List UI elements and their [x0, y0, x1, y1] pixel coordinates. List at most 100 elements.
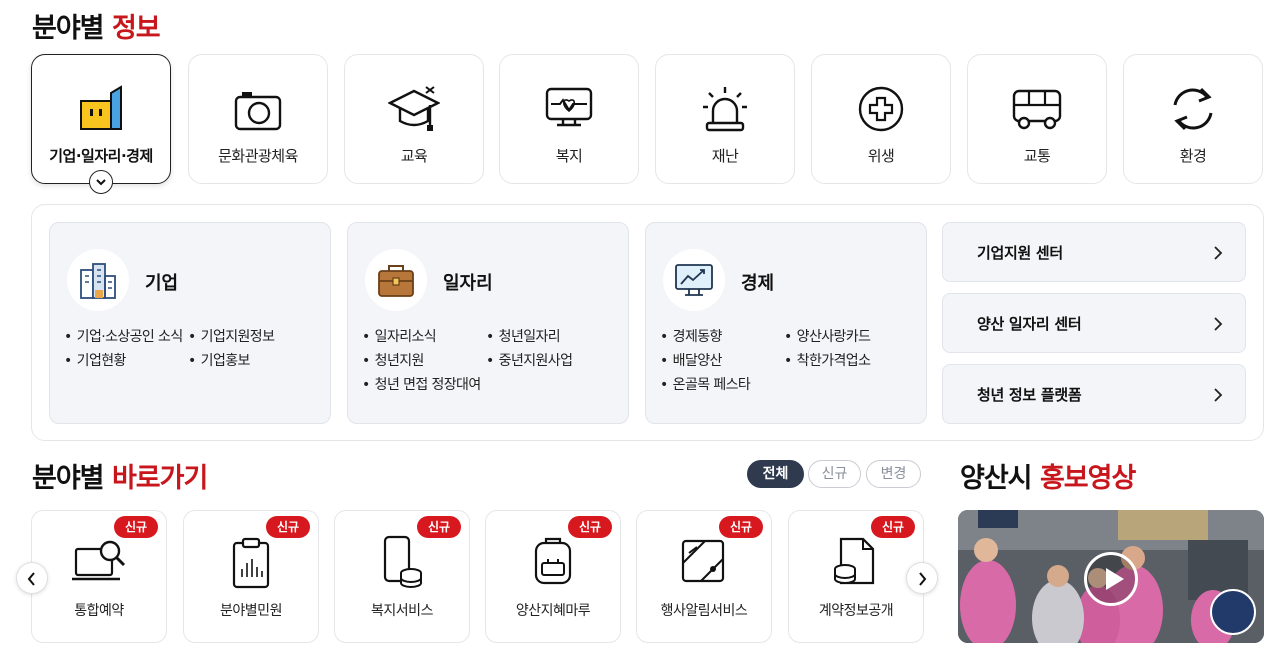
- category-hygiene[interactable]: 위생: [811, 54, 951, 184]
- laptop-search-icon: [72, 540, 126, 581]
- bus-icon: [1012, 89, 1062, 130]
- section-title-main: 양산시: [960, 463, 1033, 494]
- category-education[interactable]: 교육: [344, 54, 484, 184]
- group-title: 경제: [741, 273, 775, 294]
- shortcut-card-reservation[interactable]: 신규 통합예약: [31, 510, 167, 643]
- group-link[interactable]: 일자리소식: [362, 327, 486, 348]
- category-detail-panel: 기업 기업·소상공인 소식 기업지원정보 기업현황 기업홍보 일자리 일자리소식…: [31, 204, 1264, 441]
- filter-new[interactable]: 신규: [808, 460, 861, 488]
- section-title-info: 분야별 정보: [32, 6, 161, 45]
- filter-changed[interactable]: 변경: [866, 460, 921, 488]
- group-link[interactable]: 기업·소상공인 소식: [64, 327, 188, 348]
- clipboard-chart-icon: [232, 537, 270, 589]
- group-link[interactable]: 청년 면접 정장대여: [362, 375, 616, 396]
- recycle-icon: [1173, 87, 1213, 131]
- medical-cross-icon: [858, 86, 904, 132]
- group-links: 기업·소상공인 소식 기업지원정보 기업현황 기업홍보: [64, 327, 320, 372]
- category-label: 복지: [555, 147, 583, 165]
- group-links: 경제동향 양산사랑카드 배달양산 착한가격업소 온골목 페스타: [660, 327, 916, 396]
- shortcut-card-civil[interactable]: 신규 분야별민원: [183, 510, 319, 643]
- heart-monitor-icon: [545, 87, 593, 127]
- document-coins-icon: [834, 537, 875, 585]
- group-link[interactable]: 착한가격업소: [784, 351, 914, 372]
- category-disaster[interactable]: 재난: [655, 54, 795, 184]
- shortcut-label: 행사알림서비스: [660, 603, 748, 619]
- category-label: 환경: [1179, 147, 1207, 165]
- shortcut-card-event[interactable]: 신규 행사알림서비스: [636, 510, 772, 643]
- category-label: 재난: [711, 147, 739, 165]
- carousel-next-button[interactable]: [906, 562, 938, 594]
- play-button-icon[interactable]: [1084, 552, 1138, 606]
- group-title: 기업: [145, 273, 179, 294]
- quick-link-label: 양산 일자리 센터: [977, 315, 1082, 333]
- backpack-icon: [534, 537, 572, 585]
- shortcut-label: 통합예약: [74, 603, 124, 619]
- filter-all[interactable]: 전체: [747, 460, 804, 488]
- section-title-accent: 정보: [111, 13, 161, 44]
- group-business: 기업 기업·소상공인 소식 기업지원정보 기업현황 기업홍보: [49, 222, 331, 424]
- group-link[interactable]: 기업현황: [64, 351, 188, 372]
- group-link[interactable]: 기업지원정보: [188, 327, 318, 348]
- briefcase-icon: [378, 265, 414, 297]
- quick-link-label: 기업지원 센터: [977, 244, 1063, 262]
- group-title: 일자리: [443, 273, 493, 294]
- category-business[interactable]: 기업·일자리·경제: [31, 54, 171, 194]
- shortcut-label: 계약정보공개: [818, 603, 894, 619]
- quick-link-label: 청년 정보 플랫폼: [977, 386, 1082, 404]
- group-link[interactable]: 배달양산: [660, 351, 784, 372]
- group-link[interactable]: 경제동향: [660, 327, 784, 348]
- chevron-right-icon: [1214, 388, 1223, 402]
- category-welfare[interactable]: 복지: [499, 54, 639, 184]
- promo-video-thumbnail[interactable]: [958, 510, 1264, 643]
- chevron-right-icon: [1214, 246, 1223, 260]
- monitor-chart-icon: [675, 264, 713, 296]
- shortcut-card-library[interactable]: 신규 양산지혜마루: [485, 510, 621, 643]
- office-building-icon: [80, 263, 116, 299]
- shortcut-label: 복지서비스: [371, 603, 433, 619]
- chevron-down-icon[interactable]: [89, 170, 113, 194]
- chevron-right-icon: [1214, 317, 1223, 331]
- group-link[interactable]: 청년지원: [362, 351, 486, 372]
- group-link[interactable]: 양산사랑카드: [784, 327, 914, 348]
- section-title-accent: 홍보영상: [1039, 463, 1136, 494]
- siren-icon: [703, 87, 747, 132]
- quick-link-job-center[interactable]: 양산 일자리 센터: [942, 293, 1246, 353]
- category-traffic[interactable]: 교통: [967, 54, 1107, 184]
- group-jobs: 일자리 일자리소식 청년일자리 청년지원 중년지원사업 청년 면접 정장대여: [347, 222, 629, 424]
- group-link[interactable]: 온골목 페스타: [660, 375, 914, 396]
- phone-coins-icon: [383, 535, 422, 588]
- section-title-accent: 바로가기: [111, 463, 208, 494]
- quick-link-business-center[interactable]: 기업지원 센터: [942, 222, 1246, 282]
- camera-icon: [234, 92, 282, 131]
- map-pin-icon: [681, 539, 725, 583]
- section-title-shortcut: 분야별 바로가기: [32, 456, 208, 495]
- category-label: 교통: [1023, 147, 1051, 165]
- category-label: 교육: [400, 147, 428, 165]
- graduation-cap-icon: [388, 86, 440, 131]
- group-link[interactable]: 기업홍보: [188, 351, 318, 372]
- group-links: 일자리소식 청년일자리 청년지원 중년지원사업 청년 면접 정장대여: [362, 327, 618, 396]
- carousel-prev-button[interactable]: [16, 562, 48, 594]
- shortcut-card-welfare[interactable]: 신규 복지서비스: [334, 510, 470, 643]
- group-economy: 경제 경제동향 양산사랑카드 배달양산 착한가격업소 온골목 페스타: [645, 222, 927, 424]
- chevron-left-icon: [27, 572, 35, 586]
- group-icon-wrap: [365, 249, 427, 311]
- category-culture[interactable]: 문화관광체육: [188, 54, 328, 184]
- shortcut-card-contract[interactable]: 신규 계약정보공개: [788, 510, 924, 643]
- section-title-main: 분야별: [32, 13, 105, 44]
- category-label: 기업·일자리·경제: [49, 147, 153, 165]
- group-link[interactable]: 중년지원사업: [486, 351, 616, 372]
- section-title-main: 분야별: [32, 463, 105, 494]
- quick-link-youth-platform[interactable]: 청년 정보 플랫폼: [942, 364, 1246, 424]
- shortcut-label: 분야별민원: [220, 603, 282, 619]
- building-icon: [80, 85, 122, 130]
- group-link[interactable]: 청년일자리: [486, 327, 616, 348]
- category-environment[interactable]: 환경: [1123, 54, 1263, 184]
- section-title-video: 양산시 홍보영상: [960, 456, 1136, 495]
- shortcut-label: 양산지혜마루: [515, 603, 591, 619]
- sign-language-icon: [1210, 589, 1256, 635]
- group-icon-wrap: [663, 249, 725, 311]
- category-label: 위생: [867, 147, 895, 165]
- category-label: 문화관광체육: [218, 147, 298, 165]
- chevron-right-icon: [919, 572, 927, 586]
